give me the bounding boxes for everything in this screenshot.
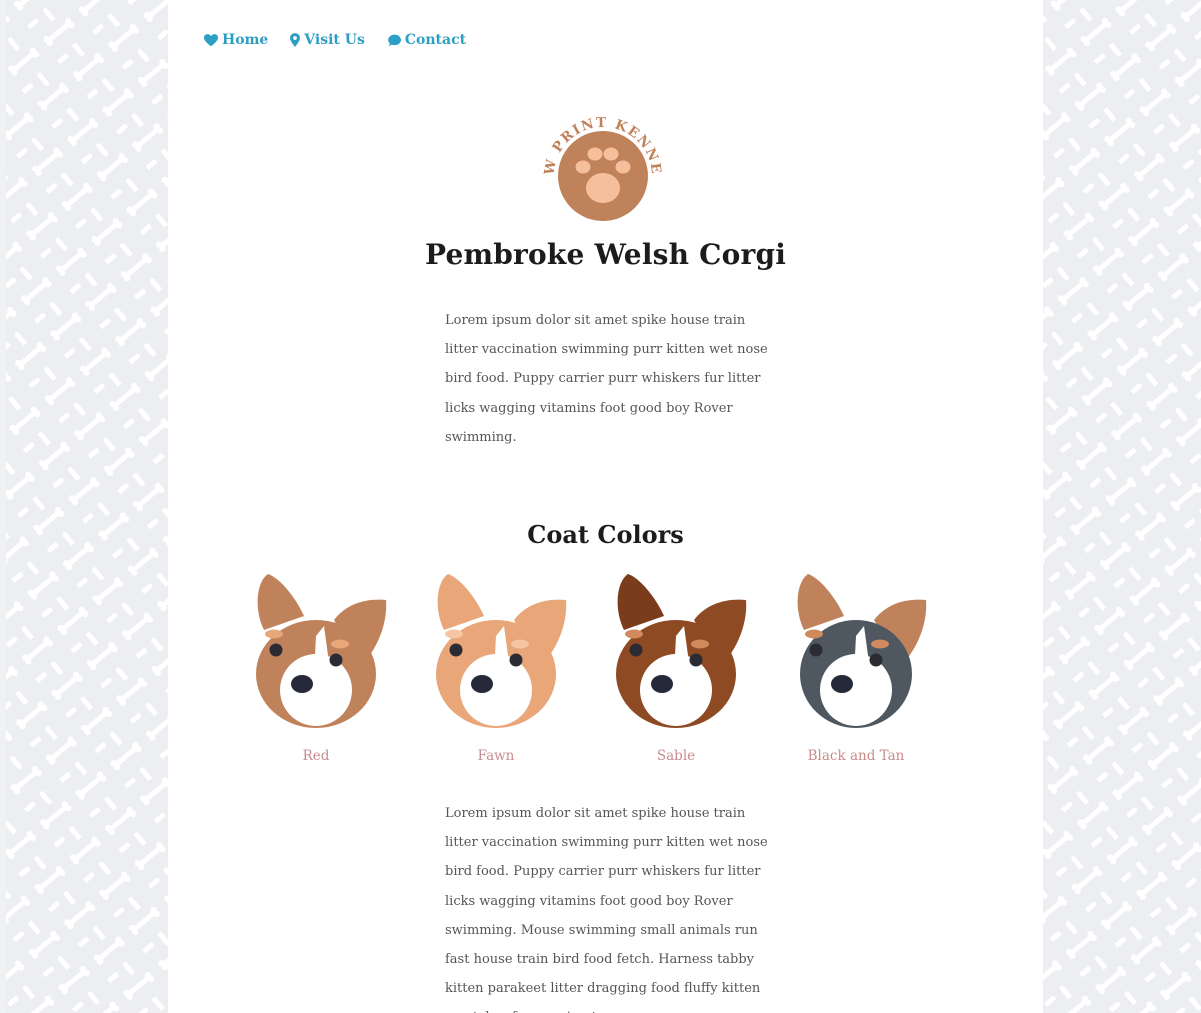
nav-contact-link[interactable]: Contact (387, 32, 466, 48)
bone-pattern-background-right (1043, 0, 1201, 1013)
coat-label-red: Red (302, 748, 330, 764)
nav-home-link[interactable]: Home (204, 32, 268, 48)
chat-bubble-icon (388, 34, 401, 46)
nav-visit-us-label: Visit Us (304, 32, 365, 48)
paw-print-icon (558, 131, 648, 221)
coat-label-sable: Sable (656, 748, 696, 764)
bone-pattern-icon (6, 0, 168, 1013)
page-content: Home Visit Us Contact PAW PRINT KENNELS (168, 0, 1043, 1013)
nav-contact-label: Contact (404, 32, 467, 48)
breed-intro-text: Lorem ipsum dolor sit amet spike house t… (445, 313, 768, 445)
coat-label-black-and-tan: Black and Tan (807, 748, 905, 764)
corgi-black-and-tan-icon (797, 574, 927, 728)
bone-pattern-background-left (6, 0, 168, 1013)
corgi-red-icon (256, 574, 387, 728)
corgi-sable-icon (616, 574, 747, 728)
breed-title: Pembroke Welsh Corgi (424, 238, 787, 271)
nav-visit-us-link[interactable]: Visit Us (290, 32, 365, 48)
nav-home-label: Home (222, 32, 269, 48)
bone-pattern-icon (1043, 0, 1201, 1013)
kennel-logo: PAW PRINT KENNELS (533, 104, 663, 221)
coat-colors-heading: Coat Colors (527, 520, 684, 549)
top-nav: Home Visit Us Contact (204, 32, 466, 48)
breed-details-text: Lorem ipsum dolor sit amet spike house t… (445, 806, 768, 1013)
corgi-fawn-icon (436, 574, 567, 728)
coat-color-card-sable: Sable (586, 570, 766, 770)
coat-color-card-black-and-tan: Black and Tan (766, 570, 946, 770)
coat-color-card-red: Red (226, 570, 406, 770)
coat-label-fawn: Fawn (477, 748, 515, 764)
map-pin-icon (290, 33, 301, 47)
coat-color-card-fawn: Fawn (406, 570, 586, 770)
heart-icon (204, 33, 218, 46)
